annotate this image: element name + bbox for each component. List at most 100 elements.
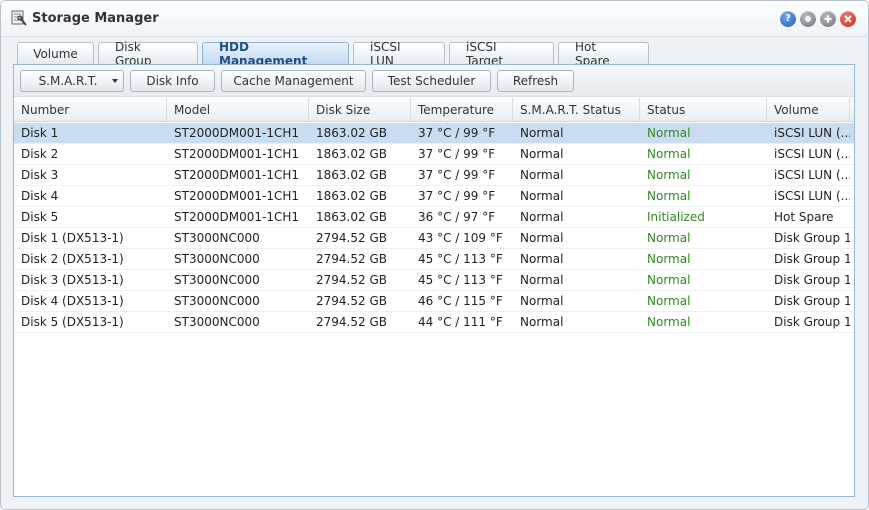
tab-bar: Volume Disk Group HDD Management iSCSI L… xyxy=(17,40,649,68)
cell-disk-size: 1863.02 GB xyxy=(316,168,387,182)
tab-hot-spare[interactable]: Hot Spare xyxy=(558,40,649,68)
window-controls: ? xyxy=(780,11,856,27)
cell-smart-status: Normal xyxy=(520,210,564,224)
chevron-down-icon xyxy=(112,79,118,83)
table-row[interactable]: Disk 4 (DX513-1) ST3000NC000 2794.52 GB 46 … xyxy=(14,291,854,312)
toolbar: S.M.A.R.T. Disk Info Cache Management Te… xyxy=(14,65,854,97)
cell-temperature: 37 °C / 99 °F xyxy=(418,147,496,161)
cell-smart-status: Normal xyxy=(520,231,564,245)
close-icon[interactable] xyxy=(840,11,856,27)
tab-iscsi-lun[interactable]: iSCSI LUN xyxy=(353,40,445,68)
cell-status: Normal xyxy=(647,252,691,266)
cell-disk-size: 1863.02 GB xyxy=(316,147,387,161)
cell-volume: Hot Spare xyxy=(774,210,834,224)
cell-disk-size: 2794.52 GB xyxy=(316,231,387,245)
tab-hdd-management[interactable]: HDD Management xyxy=(202,40,349,68)
table-row[interactable]: Disk 5 (DX513-1) ST3000NC000 2794.52 GB 44 … xyxy=(14,312,854,333)
cell-number: Disk 5 (DX513-1) xyxy=(21,315,124,329)
cell-model: ST3000NC000 xyxy=(174,231,260,245)
table-row[interactable]: Disk 2 (DX513-1) ST3000NC000 2794.52 GB 45 … xyxy=(14,249,854,270)
cell-status: Normal xyxy=(647,315,691,329)
test-scheduler-button[interactable]: Test Scheduler xyxy=(372,70,491,92)
cell-smart-status: Normal xyxy=(520,315,564,329)
cell-volume: Disk Group 1 xyxy=(774,252,850,266)
table-row[interactable]: Disk 3 (DX513-1) ST3000NC000 2794.52 GB 45 … xyxy=(14,270,854,291)
table-row[interactable]: Disk 1 ST2000DM001-1CH1 1863.02 GB 37 °C / … xyxy=(14,123,854,144)
cell-volume: Disk Group 1 xyxy=(774,273,850,287)
disk-table-body: Disk 1 ST2000DM001-1CH1 1863.02 GB 37 °C / … xyxy=(14,123,854,333)
column-header-number[interactable]: Number xyxy=(14,98,167,122)
cell-number: Disk 1 (DX513-1) xyxy=(21,231,124,245)
tab-iscsi-target[interactable]: iSCSI Target xyxy=(449,40,554,68)
column-header-temperature[interactable]: Temperature xyxy=(411,98,513,122)
cell-model: ST2000DM001-1CH1 xyxy=(174,168,299,182)
table-row[interactable]: Disk 3 ST2000DM001-1CH1 1863.02 GB 37 °C / … xyxy=(14,165,854,186)
column-header-volume[interactable]: Volume xyxy=(767,98,850,122)
table-row[interactable]: Disk 5 ST2000DM001-1CH1 1863.02 GB 36 °C / … xyxy=(14,207,854,228)
cell-number: Disk 4 (DX513-1) xyxy=(21,294,124,308)
cell-smart-status: Normal xyxy=(520,294,564,308)
table-row[interactable]: Disk 2 ST2000DM001-1CH1 1863.02 GB 37 °C / … xyxy=(14,144,854,165)
cell-model: ST2000DM001-1CH1 xyxy=(174,210,299,224)
cell-model: ST3000NC000 xyxy=(174,273,260,287)
cache-management-button[interactable]: Cache Management xyxy=(221,70,366,92)
tab-disk-group[interactable]: Disk Group xyxy=(98,40,198,68)
refresh-button[interactable]: Refresh xyxy=(497,70,574,92)
cell-temperature: 37 °C / 99 °F xyxy=(418,189,496,203)
cell-smart-status: Normal xyxy=(520,189,564,203)
cell-number: Disk 4 xyxy=(21,189,59,203)
cell-volume: iSCSI LUN (... xyxy=(774,126,850,140)
cell-model: ST3000NC000 xyxy=(174,252,260,266)
cell-smart-status: Normal xyxy=(520,147,564,161)
cell-status: Normal xyxy=(647,273,691,287)
table-header: Number Model Disk Size Temperature S.M.A… xyxy=(14,98,854,122)
cell-disk-size: 1863.02 GB xyxy=(316,126,387,140)
cell-status: Initialized xyxy=(647,210,705,224)
cell-disk-size: 2794.52 GB xyxy=(316,273,387,287)
cell-smart-status: Normal xyxy=(520,252,564,266)
cell-disk-size: 1863.02 GB xyxy=(316,210,387,224)
maximize-icon[interactable] xyxy=(820,11,836,27)
column-header-model[interactable]: Model xyxy=(167,98,309,122)
cell-disk-size: 2794.52 GB xyxy=(316,294,387,308)
cell-status: Normal xyxy=(647,294,691,308)
help-glyph: ? xyxy=(785,13,791,24)
table-row[interactable]: Disk 4 ST2000DM001-1CH1 1863.02 GB 37 °C / … xyxy=(14,186,854,207)
cell-volume: Disk Group 1 xyxy=(774,294,850,308)
storage-manager-window: Storage Manager ? Volume Disk Group HDD … xyxy=(0,0,869,510)
column-header-disk-size[interactable]: Disk Size xyxy=(309,98,411,122)
window-title: Storage Manager xyxy=(32,11,159,26)
cell-temperature: 37 °C / 99 °F xyxy=(418,168,496,182)
cell-number: Disk 2 (DX513-1) xyxy=(21,252,124,266)
cell-status: Normal xyxy=(647,168,691,182)
cell-model: ST2000DM001-1CH1 xyxy=(174,126,299,140)
minimize-icon[interactable] xyxy=(800,11,816,27)
cell-disk-size: 2794.52 GB xyxy=(316,252,387,266)
column-header-smart-status[interactable]: S.M.A.R.T. Status xyxy=(513,98,640,122)
cell-volume: Disk Group 1 xyxy=(774,231,850,245)
disk-info-button[interactable]: Disk Info xyxy=(130,70,215,92)
cell-volume: iSCSI LUN (... xyxy=(774,189,850,203)
cell-disk-size: 1863.02 GB xyxy=(316,189,387,203)
cell-volume: iSCSI LUN (... xyxy=(774,168,850,182)
cell-status: Normal xyxy=(647,189,691,203)
cell-model: ST2000DM001-1CH1 xyxy=(174,189,299,203)
title-bar: Storage Manager ? xyxy=(1,1,868,37)
smart-button[interactable]: S.M.A.R.T. xyxy=(20,70,124,92)
cell-smart-status: Normal xyxy=(520,168,564,182)
cell-model: ST3000NC000 xyxy=(174,315,260,329)
cell-number: Disk 3 (DX513-1) xyxy=(21,273,124,287)
cell-number: Disk 2 xyxy=(21,147,59,161)
column-header-status[interactable]: Status xyxy=(640,98,767,122)
cell-smart-status: Normal xyxy=(520,273,564,287)
help-icon[interactable]: ? xyxy=(780,11,796,27)
cell-volume: Disk Group 1 xyxy=(774,315,850,329)
storage-manager-icon xyxy=(11,10,27,26)
cell-smart-status: Normal xyxy=(520,126,564,140)
cell-temperature: 44 °C / 111 °F xyxy=(418,315,503,329)
cell-model: ST3000NC000 xyxy=(174,294,260,308)
cell-volume: iSCSI LUN (... xyxy=(774,147,850,161)
cell-number: Disk 5 xyxy=(21,210,59,224)
table-row[interactable]: Disk 1 (DX513-1) ST3000NC000 2794.52 GB 43 … xyxy=(14,228,854,249)
tab-volume[interactable]: Volume xyxy=(17,42,94,64)
